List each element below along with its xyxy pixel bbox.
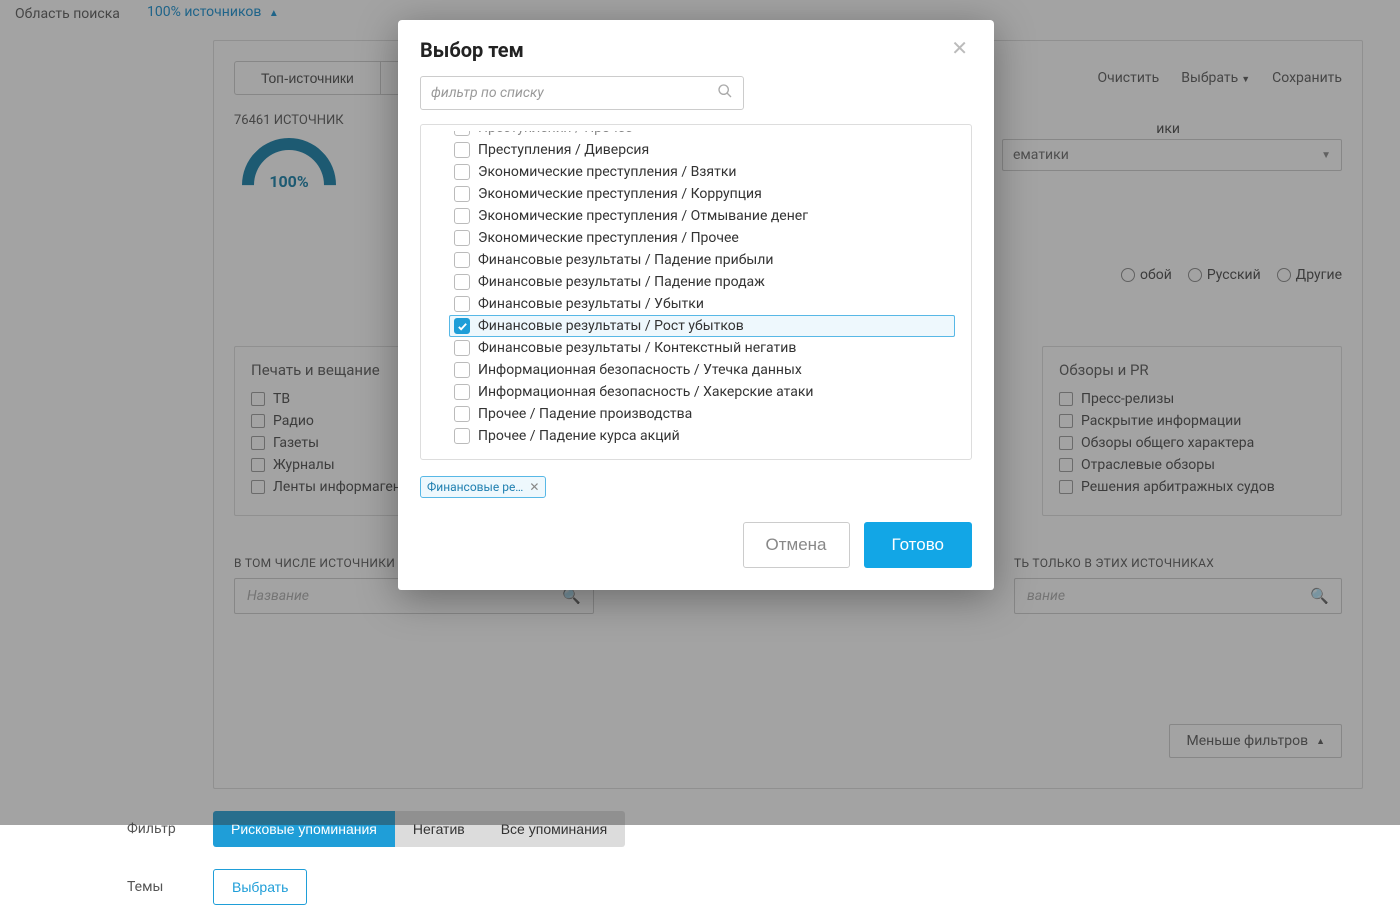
- theme-list-item[interactable]: Прочее / Падение производства: [449, 403, 955, 425]
- theme-list-item[interactable]: Информационная безопасность / Утечка дан…: [449, 359, 955, 381]
- theme-list-item[interactable]: Преступления / Прочее: [449, 131, 955, 139]
- theme-list[interactable]: Преступления / Прочее Преступления / Диве…: [449, 131, 965, 453]
- theme-item-label: Экономические преступления / Коррупция: [478, 186, 762, 202]
- theme-list-item[interactable]: Финансовые результаты / Убытки: [449, 293, 955, 315]
- theme-item-label: Экономические преступления / Прочее: [478, 230, 739, 246]
- checkbox-icon: [454, 384, 470, 400]
- checkbox-icon: [454, 318, 470, 334]
- search-icon: [717, 83, 733, 103]
- theme-item-label: Экономические преступления / Отмывание д…: [478, 208, 808, 224]
- theme-list-item[interactable]: Финансовые результаты / Падение продаж: [449, 271, 955, 293]
- theme-item-label: Финансовые результаты / Убытки: [478, 296, 704, 312]
- themes-label: Темы: [127, 879, 187, 895]
- checkbox-icon: [454, 362, 470, 378]
- checkbox-icon: [454, 230, 470, 246]
- theme-item-label: Финансовые результаты / Падение продаж: [478, 274, 765, 290]
- theme-item-label: Информационная безопасность / Хакерские …: [478, 384, 813, 400]
- theme-list-item[interactable]: Экономические преступления / Коррупция: [449, 183, 955, 205]
- checkbox-icon: [454, 428, 470, 444]
- checkbox-icon: [454, 252, 470, 268]
- checkbox-icon: [454, 186, 470, 202]
- choose-themes-button[interactable]: Выбрать: [213, 869, 307, 905]
- theme-list-item[interactable]: Финансовые результаты / Контекстный нега…: [449, 337, 955, 359]
- checkbox-icon: [454, 274, 470, 290]
- theme-list-item[interactable]: Финансовые результаты / Рост убытков: [449, 315, 955, 337]
- checkbox-icon: [454, 142, 470, 158]
- chip-remove-icon[interactable]: ✕: [529, 480, 539, 494]
- cancel-button[interactable]: Отмена: [743, 522, 850, 568]
- modal-title: Выбор тем: [420, 38, 524, 62]
- modal-filter-placeholder: фильтр по списку: [431, 85, 544, 101]
- modal-filter-input[interactable]: фильтр по списку: [420, 76, 744, 110]
- theme-list-item[interactable]: Экономические преступления / Прочее: [449, 227, 955, 249]
- chip-label: Финансовые ре…: [427, 480, 523, 494]
- theme-item-label: Экономические преступления / Взятки: [478, 164, 736, 180]
- theme-modal: Выбор тем ✕ фильтр по списку Преступлени…: [398, 20, 994, 590]
- theme-item-label: Финансовые результаты / Рост убытков: [478, 318, 744, 334]
- checkbox-icon: [454, 208, 470, 224]
- theme-list-item[interactable]: Преступления / Диверсия: [449, 139, 955, 161]
- selected-chip[interactable]: Финансовые ре… ✕: [420, 476, 546, 498]
- close-icon[interactable]: ✕: [947, 38, 972, 58]
- theme-list-item[interactable]: Экономические преступления / Отмывание д…: [449, 205, 955, 227]
- theme-list-item[interactable]: Прочее / Падение курса акций: [449, 425, 955, 447]
- theme-item-label: Прочее / Падение курса акций: [478, 428, 680, 444]
- theme-item-label: Информационная безопасность / Утечка дан…: [478, 362, 802, 378]
- checkbox-icon: [454, 406, 470, 422]
- checkbox-icon: [454, 296, 470, 312]
- checkbox-icon: [454, 164, 470, 180]
- theme-item-label: Финансовые результаты / Контекстный нега…: [478, 340, 796, 356]
- checkbox-icon: [454, 340, 470, 356]
- theme-item-label: Финансовые результаты / Падение прибыли: [478, 252, 773, 268]
- checkbox-icon: [454, 131, 470, 136]
- done-button[interactable]: Готово: [864, 522, 973, 568]
- theme-list-item[interactable]: Экономические преступления / Взятки: [449, 161, 955, 183]
- theme-item-label: Прочее / Падение производства: [478, 406, 692, 422]
- theme-item-label: Преступления / Прочее: [478, 131, 633, 136]
- theme-list-item[interactable]: Финансовые результаты / Падение прибыли: [449, 249, 955, 271]
- theme-list-item[interactable]: Информационная безопасность / Хакерские …: [449, 381, 955, 403]
- theme-item-label: Преступления / Диверсия: [478, 142, 649, 158]
